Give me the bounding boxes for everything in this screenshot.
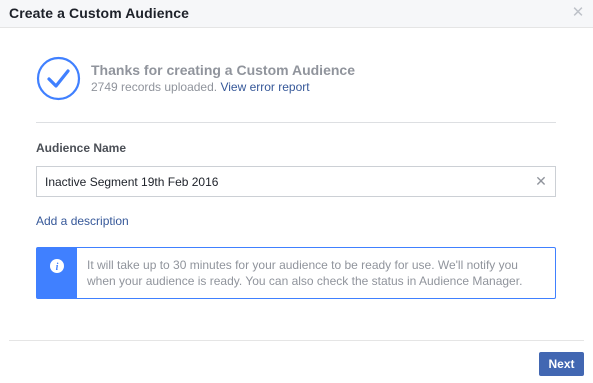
view-error-report-link[interactable]: View error report <box>220 80 309 94</box>
info-icon-column: i <box>37 248 77 298</box>
success-title: Thanks for creating a Custom Audience <box>91 62 355 78</box>
check-circle-icon <box>36 56 81 101</box>
info-notice: i It will take up to 30 minutes for your… <box>36 247 556 299</box>
records-uploaded-text: 2749 records uploaded. <box>91 80 218 94</box>
audience-name-label: Audience Name <box>36 141 127 155</box>
success-message: Thanks for creating a Custom Audience 27… <box>36 56 556 102</box>
audience-name-field: ✕ <box>36 166 556 197</box>
audience-name-input[interactable] <box>37 167 527 196</box>
svg-text:i: i <box>56 262 59 273</box>
clear-icon[interactable]: ✕ <box>535 173 547 189</box>
dialog-header: Create a Custom Audience ✕ <box>0 0 593 28</box>
divider <box>36 122 556 123</box>
info-icon: i <box>50 259 64 273</box>
next-button[interactable]: Next <box>539 352 584 376</box>
add-description-link[interactable]: Add a description <box>36 214 129 228</box>
close-icon[interactable]: ✕ <box>571 5 585 21</box>
info-text: It will take up to 30 minutes for your a… <box>87 258 523 288</box>
footer-divider <box>9 340 584 341</box>
upload-summary: 2749 records uploaded. View error report <box>91 80 310 94</box>
create-custom-audience-dialog: Create a Custom Audience ✕ Thanks for cr… <box>0 0 593 383</box>
dialog-title: Create a Custom Audience <box>9 5 190 21</box>
